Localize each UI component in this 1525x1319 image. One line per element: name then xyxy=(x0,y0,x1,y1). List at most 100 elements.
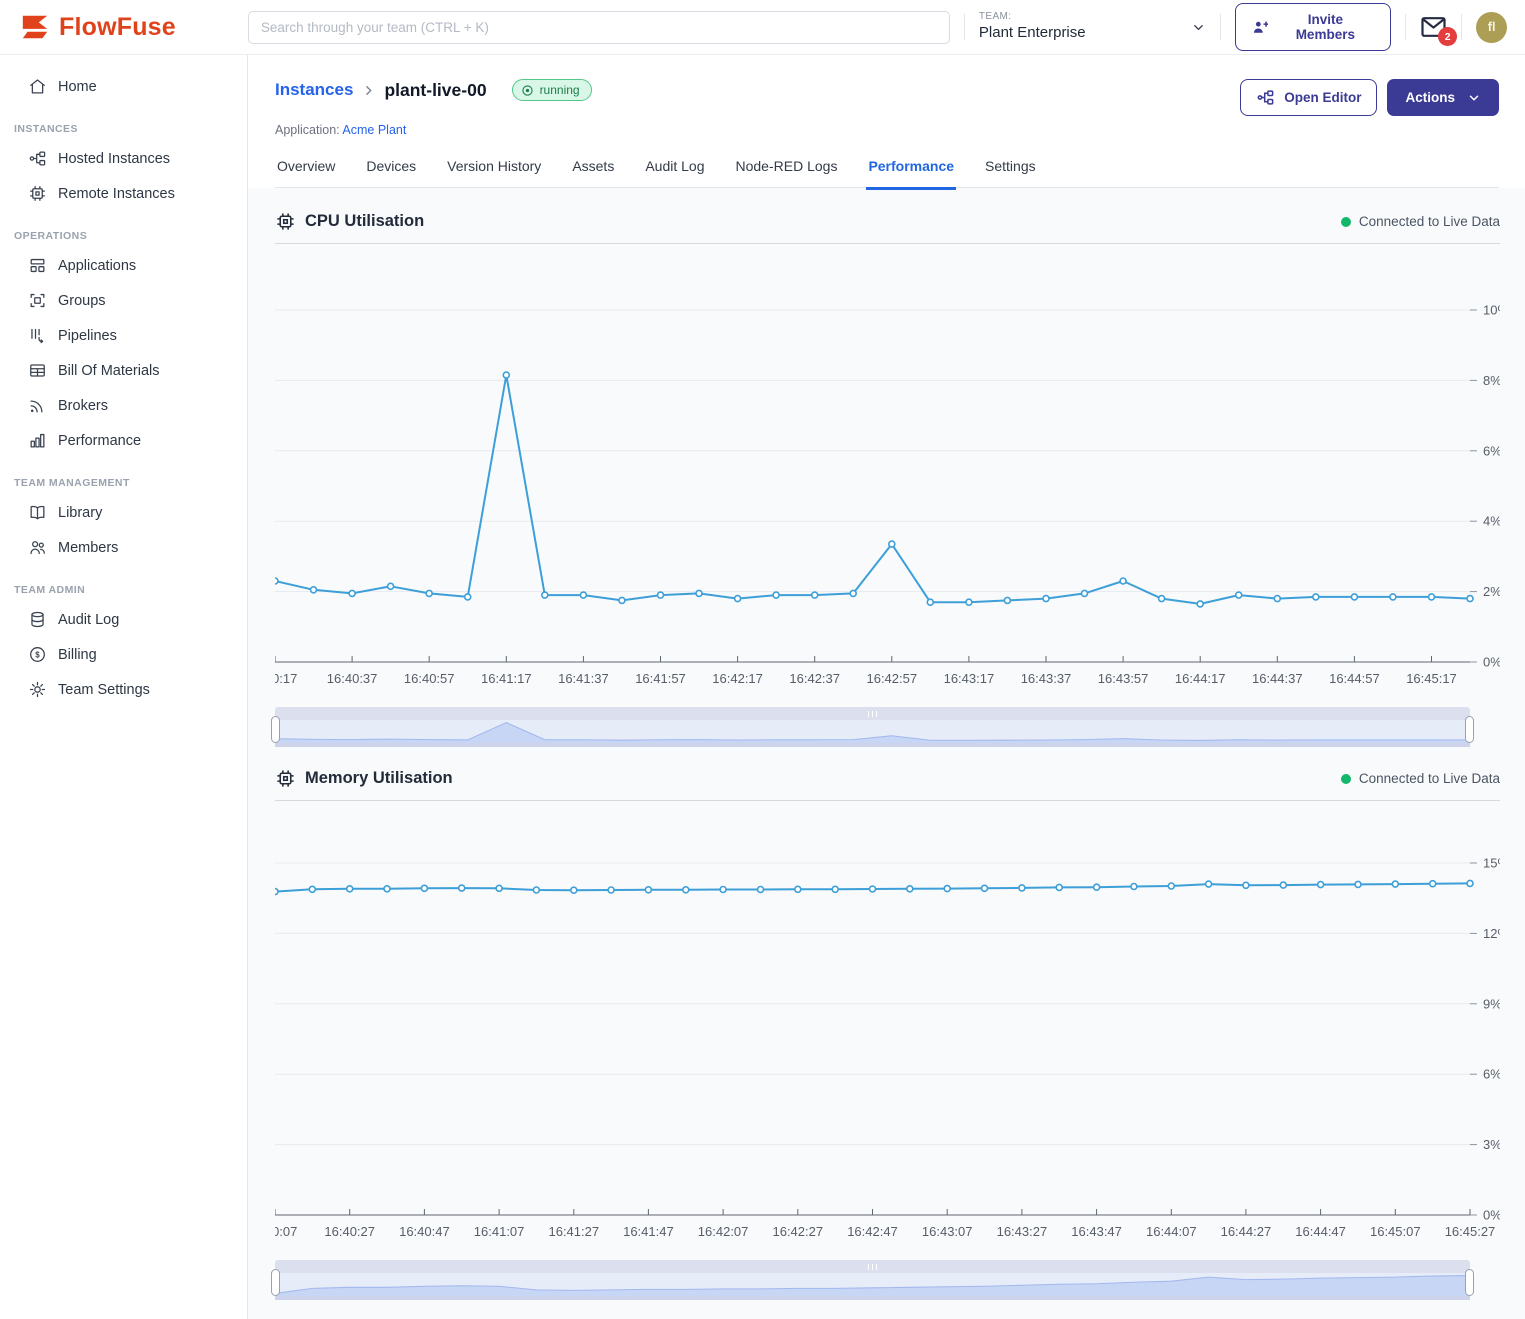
tab-overview[interactable]: Overview xyxy=(275,158,337,187)
brush-grip-handle[interactable] xyxy=(275,1260,1470,1273)
sidebar-item-hosted-instances[interactable]: Hosted Instances xyxy=(0,141,247,176)
svg-text:16:45:27: 16:45:27 xyxy=(1445,1224,1496,1239)
sidebar-item-remote-instances[interactable]: Remote Instances xyxy=(0,176,247,211)
svg-text:6%: 6% xyxy=(1483,443,1500,458)
memory-chip-icon xyxy=(275,768,296,789)
sidebar-item-label: Brokers xyxy=(58,398,108,414)
performance-icon xyxy=(28,431,47,450)
team-label: TEAM: xyxy=(979,11,1086,24)
sidebar-item-label: Bill Of Materials xyxy=(58,363,160,379)
actions-label: Actions xyxy=(1405,90,1455,105)
sidebar-item-library[interactable]: Library xyxy=(0,495,247,530)
brush-right-handle[interactable] xyxy=(1465,1269,1474,1296)
tab-node-red-logs[interactable]: Node-RED Logs xyxy=(734,158,840,187)
sidebar-item-home[interactable]: Home xyxy=(0,69,247,104)
notifications-button[interactable]: 2 xyxy=(1420,16,1447,38)
sidebar-item-groups[interactable]: Groups xyxy=(0,283,247,318)
svg-text:16:43:17: 16:43:17 xyxy=(944,671,995,686)
sidebar-item-billing[interactable]: $Billing xyxy=(0,637,247,672)
svg-text:4%: 4% xyxy=(1483,514,1500,529)
groups-icon xyxy=(28,291,47,310)
tab-devices[interactable]: Devices xyxy=(364,158,418,187)
sidebar-section-title: INSTANCES xyxy=(14,123,247,135)
team-selector[interactable]: TEAM: Plant Enterprise xyxy=(979,11,1206,42)
svg-text:16:40:27: 16:40:27 xyxy=(324,1224,375,1239)
applications-icon xyxy=(28,256,47,275)
svg-text:0:17: 0:17 xyxy=(275,671,297,686)
sidebar-item-applications[interactable]: Applications xyxy=(0,248,247,283)
page-title: plant-live-00 xyxy=(384,80,486,101)
svg-text:16:44:17: 16:44:17 xyxy=(1175,671,1226,686)
svg-text:0:07: 0:07 xyxy=(275,1224,297,1239)
search-box xyxy=(248,11,950,44)
application-link[interactable]: Acme Plant xyxy=(342,123,406,137)
flowfuse-logo-icon xyxy=(20,12,50,42)
svg-text:16:41:47: 16:41:47 xyxy=(623,1224,674,1239)
svg-text:2%: 2% xyxy=(1483,584,1500,599)
svg-text:16:42:37: 16:42:37 xyxy=(789,671,840,686)
breadcrumb-instances-link[interactable]: Instances xyxy=(275,80,353,100)
svg-text:12%: 12% xyxy=(1483,926,1500,941)
search-input[interactable] xyxy=(248,11,950,44)
chevron-down-icon xyxy=(1191,20,1206,35)
brush-grip-handle[interactable] xyxy=(275,707,1470,720)
svg-text:16:41:57: 16:41:57 xyxy=(635,671,686,686)
sidebar-section-title: TEAM MANAGEMENT xyxy=(14,477,247,489)
divider xyxy=(1461,14,1462,40)
tab-assets[interactable]: Assets xyxy=(570,158,616,187)
chart-title: CPU Utilisation xyxy=(305,212,424,231)
application-label: Application: xyxy=(275,123,340,137)
sidebar-item-audit-log[interactable]: Audit Log xyxy=(0,602,247,637)
notification-badge: 2 xyxy=(1438,27,1457,46)
svg-text:16:40:57: 16:40:57 xyxy=(404,671,455,686)
svg-text:8%: 8% xyxy=(1483,373,1500,388)
svg-text:16:44:47: 16:44:47 xyxy=(1295,1224,1346,1239)
sidebar-section-title: OPERATIONS xyxy=(14,230,247,242)
svg-text:16:44:27: 16:44:27 xyxy=(1221,1224,1272,1239)
bill-of-materials-icon xyxy=(28,361,47,380)
home-icon xyxy=(28,77,47,96)
tab-performance[interactable]: Performance xyxy=(866,158,956,187)
library-icon xyxy=(28,503,47,522)
tab-bar: Overview Devices Version History Assets Audi… xyxy=(275,158,1499,188)
actions-button[interactable]: Actions xyxy=(1387,79,1499,116)
sidebar-item-bill-of-materials[interactable]: Bill Of Materials xyxy=(0,353,247,388)
tab-version-history[interactable]: Version History xyxy=(445,158,543,187)
sidebar-item-brokers[interactable]: Brokers xyxy=(0,388,247,423)
sidebar: Home INSTANCES Hosted InstancesRemote Inst… xyxy=(0,55,248,1319)
svg-text:16:40:47: 16:40:47 xyxy=(399,1224,450,1239)
invite-members-button[interactable]: Invite Members xyxy=(1235,3,1392,51)
brush-right-handle[interactable] xyxy=(1465,716,1474,743)
cpu-brush-minichart xyxy=(275,720,1470,743)
running-dot-icon xyxy=(521,84,534,97)
sidebar-item-label: Home xyxy=(58,79,97,95)
sidebar-item-label: Groups xyxy=(58,293,106,309)
svg-text:16:45:17: 16:45:17 xyxy=(1406,671,1457,686)
tab-audit-log[interactable]: Audit Log xyxy=(643,158,706,187)
memory-chart-brush[interactable] xyxy=(275,1260,1470,1300)
tab-settings[interactable]: Settings xyxy=(983,158,1038,187)
status-badge: running xyxy=(512,79,592,101)
open-editor-button[interactable]: Open Editor xyxy=(1240,79,1377,116)
sidebar-section-title: TEAM ADMIN xyxy=(14,584,247,596)
svg-text:6%: 6% xyxy=(1483,1067,1500,1082)
svg-text:15%: 15% xyxy=(1483,856,1500,871)
sidebar-item-pipelines[interactable]: Pipelines xyxy=(0,318,247,353)
svg-text:16:42:57: 16:42:57 xyxy=(866,671,917,686)
brush-left-handle[interactable] xyxy=(271,1269,280,1296)
members-icon xyxy=(28,538,47,557)
svg-text:9%: 9% xyxy=(1483,996,1500,1011)
sidebar-item-performance[interactable]: Performance xyxy=(0,423,247,458)
cpu-chart-brush[interactable] xyxy=(275,707,1470,747)
sidebar-item-members[interactable]: Members xyxy=(0,530,247,565)
svg-text:16:44:37: 16:44:37 xyxy=(1252,671,1303,686)
sidebar-item-label: Audit Log xyxy=(58,612,119,628)
sidebar-item-label: Library xyxy=(58,505,102,521)
brush-left-handle[interactable] xyxy=(271,716,280,743)
avatar[interactable]: fl xyxy=(1476,12,1507,43)
sidebar-item-team-settings[interactable]: Team Settings xyxy=(0,672,247,707)
flowfuse-logo[interactable]: FlowFuse xyxy=(20,12,176,42)
brand-name: FlowFuse xyxy=(59,13,176,42)
svg-text:16:42:17: 16:42:17 xyxy=(712,671,763,686)
chart-title: Memory Utilisation xyxy=(305,769,453,788)
